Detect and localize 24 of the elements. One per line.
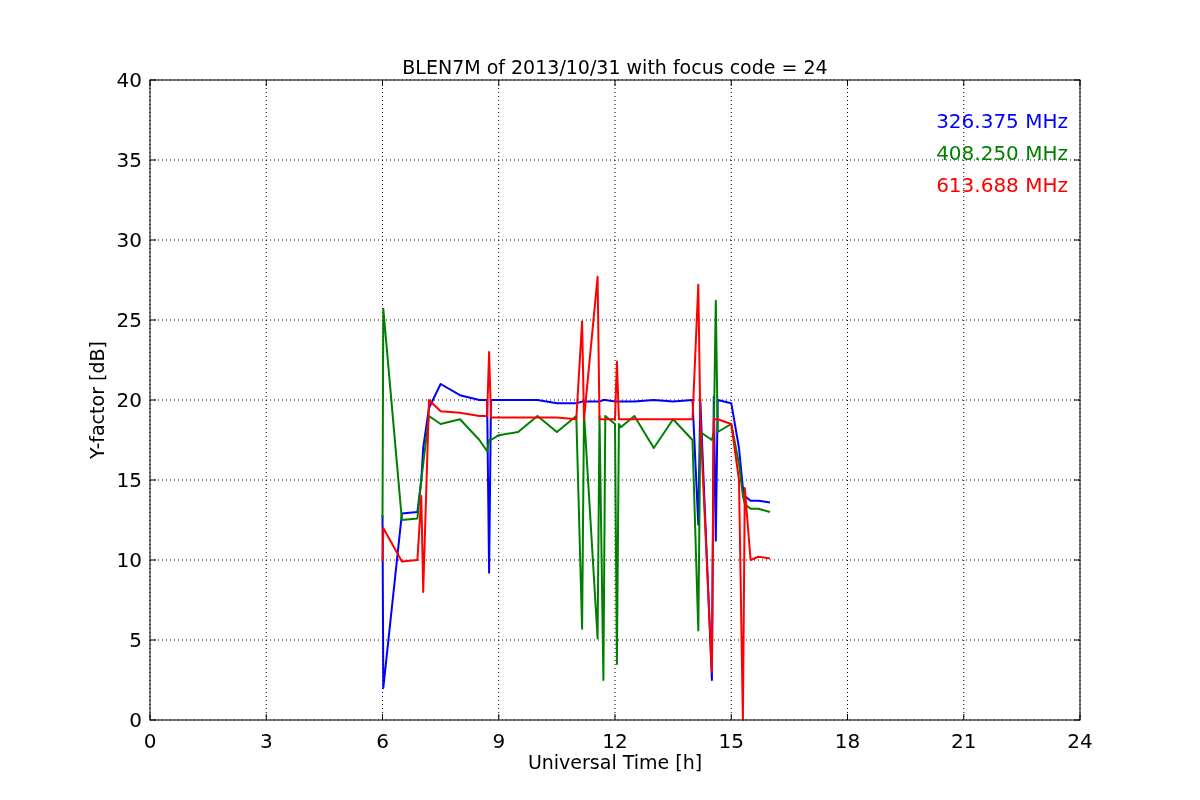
x-tick-label: 9 [492, 729, 506, 753]
y-tick-label: 10 [116, 548, 142, 572]
y-tick-label: 35 [116, 148, 142, 172]
y-tick-label: 30 [116, 228, 142, 252]
legend-label: 408.250 MHz [936, 141, 1068, 165]
x-axis-label: Universal Time [h] [527, 751, 703, 773]
y-axis-label: Y-factor [dB] [86, 341, 108, 459]
x-tick-label: 12 [602, 729, 628, 753]
y-tick-label: 25 [116, 308, 142, 332]
y-tick-label: 20 [116, 388, 142, 412]
x-tick-label: 21 [951, 729, 977, 753]
x-tick-label: 24 [1067, 729, 1093, 753]
x-tick-label: 15 [718, 729, 744, 753]
x-tick-label: 18 [834, 729, 861, 753]
y-tick-label: 40 [116, 68, 142, 92]
chart-title: BLEN7M of 2013/10/31 with focus code = 24 [402, 56, 828, 78]
y-tick-label: 5 [129, 628, 142, 652]
x-tick-label: 3 [259, 729, 273, 753]
y-tick-label: 15 [116, 468, 142, 492]
x-tick-label: 0 [143, 729, 157, 753]
legend-label: 326.375 MHz [936, 109, 1068, 133]
y-tick-label: 0 [129, 708, 142, 732]
x-tick-label: 6 [376, 729, 389, 753]
legend-label: 613.688 MHz [936, 173, 1068, 197]
